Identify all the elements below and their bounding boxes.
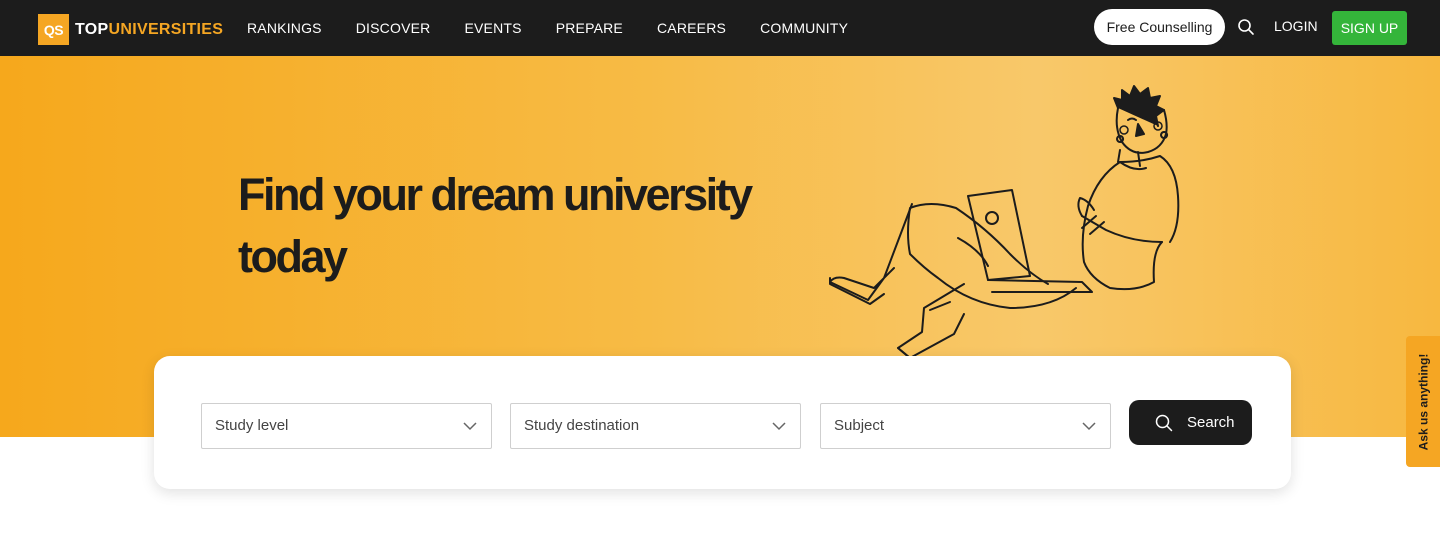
hero-title: Find your dream university today [238, 169, 753, 282]
university-search-card: Study level Study destination Subject Se… [154, 356, 1291, 489]
search-button-label: Search [1187, 414, 1235, 431]
sign-up-button[interactable]: SIGN UP [1332, 11, 1407, 45]
qs-logo-badge: QS [38, 14, 69, 45]
top-navigation: QS TOPUNIVERSITIES RANKINGS DISCOVER EVE… [0, 0, 1440, 56]
logo-wordmark: TOPUNIVERSITIES [75, 14, 223, 45]
nav-community[interactable]: COMMUNITY [760, 20, 848, 36]
topuniversities-logo[interactable]: QS TOPUNIVERSITIES [38, 14, 223, 45]
person-with-laptop-illustration [829, 85, 1180, 356]
search-icon [1155, 414, 1173, 431]
study-level-label: Study level [215, 417, 289, 434]
study-destination-label: Study destination [524, 417, 640, 434]
chevron-down-icon [463, 422, 477, 431]
free-counselling-button[interactable]: Free Counselling [1094, 9, 1225, 45]
nav-prepare[interactable]: PREPARE [556, 20, 623, 36]
search-icon[interactable] [1237, 18, 1255, 36]
chevron-down-icon [1082, 422, 1096, 431]
search-button[interactable]: Search [1129, 400, 1252, 445]
chevron-down-icon [772, 422, 786, 431]
logo-text-universities: UNIVERSITIES [108, 21, 224, 38]
subject-label: Subject [834, 417, 885, 434]
study-level-select[interactable]: Study level [201, 403, 492, 449]
nav-rankings[interactable]: RANKINGS [247, 20, 322, 36]
main-menu: RANKINGS DISCOVER EVENTS PREPARE CAREERS… [247, 0, 882, 56]
login-link[interactable]: LOGIN [1274, 18, 1318, 34]
study-destination-select[interactable]: Study destination [510, 403, 801, 449]
subject-select[interactable]: Subject [820, 403, 1111, 449]
nav-events[interactable]: EVENTS [464, 20, 521, 36]
logo-text-top: TOP [75, 21, 109, 38]
nav-careers[interactable]: CAREERS [657, 20, 726, 36]
nav-discover[interactable]: DISCOVER [356, 20, 431, 36]
ask-us-anything-label: Ask us anything! [1416, 353, 1430, 450]
ask-us-anything-tab[interactable]: Ask us anything! [1406, 336, 1440, 467]
